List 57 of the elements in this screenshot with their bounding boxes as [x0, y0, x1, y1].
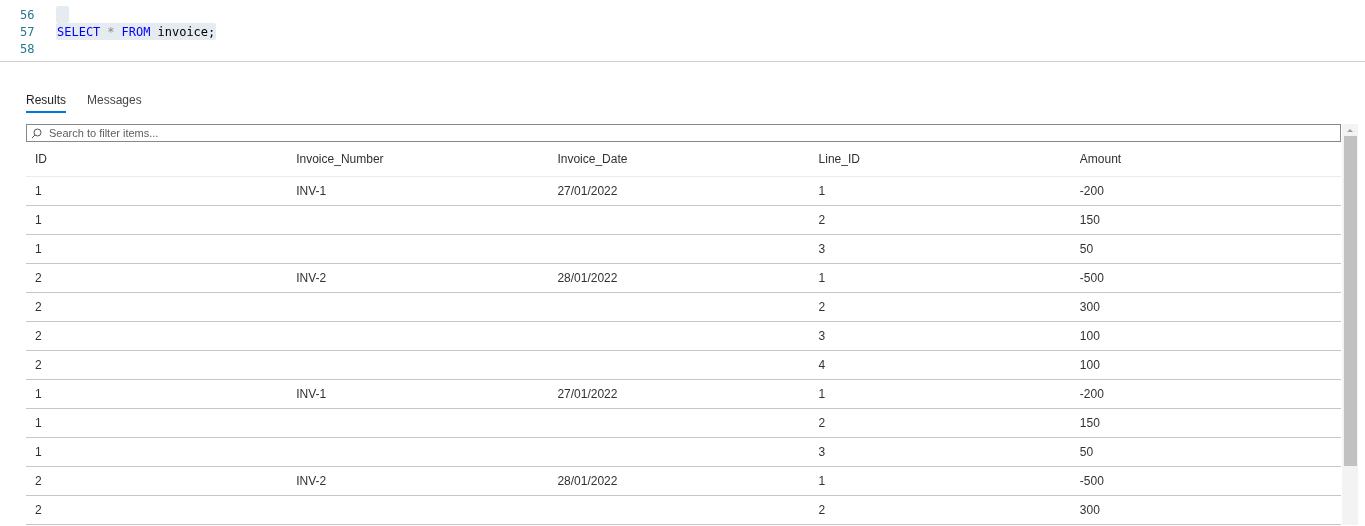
column-header[interactable]: Line_ID: [818, 150, 1080, 168]
line-number: 58: [19, 40, 36, 58]
table-cell-text: INV-2: [296, 473, 328, 490]
table-cell-text: 1: [35, 183, 43, 200]
table-cell-text: 1: [35, 241, 43, 258]
table-cell-text: 1: [818, 270, 827, 287]
scrollbar[interactable]: [1342, 124, 1358, 525]
line-number: 56: [19, 6, 36, 24]
tab[interactable]: Messages: [87, 89, 142, 113]
table-cell-text: 2: [35, 270, 43, 287]
table-cell-text: 1: [35, 386, 43, 403]
table-cell-text: 27/01/2022: [557, 386, 619, 403]
table-cell-text: -200: [1079, 183, 1105, 200]
table-cell-text: -500: [1079, 473, 1105, 490]
column-header[interactable]: Invoice_Date: [557, 150, 819, 168]
table-cell-text: 2: [818, 502, 827, 519]
column-header[interactable]: ID: [35, 150, 297, 168]
table-cell-text: -500: [1079, 270, 1105, 287]
tab[interactable]: Results: [26, 89, 66, 113]
table-cell-text: 1: [818, 473, 827, 490]
table-cell-text: 300: [1079, 502, 1101, 519]
table-cell-text: 28/01/2022: [557, 270, 619, 287]
table-cell-text: 1: [818, 386, 827, 403]
table-cell-text: INV-2: [296, 270, 328, 287]
table-cell-text: 2: [35, 328, 43, 345]
table-cell-text: 100: [1079, 328, 1101, 345]
table-cell-text: 50: [1079, 444, 1095, 461]
table-cell-text: 300: [1079, 299, 1101, 316]
table-cell-text: 27/01/2022: [557, 183, 619, 200]
table-cell-text: 4: [818, 357, 827, 374]
table-cell-text: 50: [1079, 241, 1095, 258]
table-cell-text: 2: [35, 299, 43, 316]
table-cell-text: 1: [35, 212, 43, 229]
search-icon: [31, 128, 42, 139]
table-cell-text: 2: [818, 415, 827, 432]
table-cell-text: 3: [818, 444, 827, 461]
table-cell-text: INV-1: [296, 183, 328, 200]
table-cell-text: 1: [35, 415, 43, 432]
column-header[interactable]: Invoice_Number: [296, 150, 558, 168]
line-number: 57: [19, 23, 36, 41]
table-cell-text: 2: [35, 502, 43, 519]
table-cell-text: 2: [35, 357, 43, 374]
table-cell-text: 1: [818, 183, 827, 200]
table-cell-text: -200: [1079, 386, 1105, 403]
search-field[interactable]: Search to filter items...: [26, 124, 1341, 142]
table-cell-text: 1: [35, 444, 43, 461]
table-cell-text: INV-1: [296, 386, 328, 403]
table-cell-text: 3: [818, 241, 827, 258]
column-header[interactable]: Amount: [1079, 150, 1341, 168]
table-cell-text: 3: [818, 328, 827, 345]
table-cell-text: 100: [1079, 357, 1101, 374]
table-cell-text: 150: [1079, 415, 1101, 432]
table-cell-text: 150: [1079, 212, 1101, 229]
table-cell-text: 28/01/2022: [557, 473, 619, 490]
table-cell-text: 2: [818, 299, 827, 316]
table-cell-text: 2: [818, 212, 827, 229]
table-cell-text: 2: [35, 473, 43, 490]
